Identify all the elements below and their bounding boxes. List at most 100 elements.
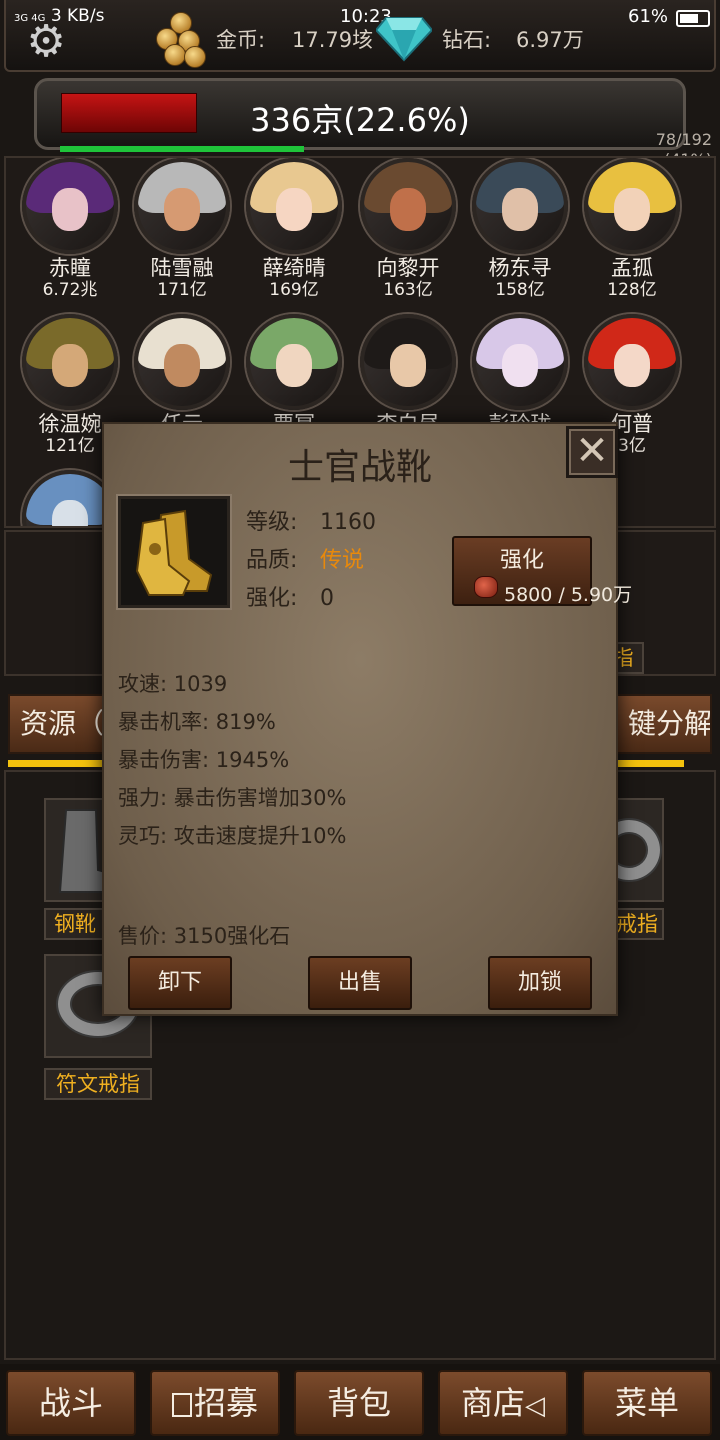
hero-face [390,188,426,231]
bottom-nav: 战斗 招募 背包 商店◁ 菜单 [0,1364,720,1440]
item-detail-dialog: 士官战靴 ✕ 等级: 1160 品质: 传说 强化: 0 强化 5800 / 5.90… [102,422,632,1016]
nav-shop-label: 商店 [460,1384,525,1422]
hero-face [52,188,88,231]
hero-dps: 158亿 [495,280,545,300]
nav-menu[interactable]: 菜单 [582,1370,712,1436]
hero-name: 杨东寻 [488,256,552,280]
hero-portrait [360,158,456,254]
gold-value: 17.79垓 [292,28,374,52]
golden-boots-icon [135,509,213,596]
hero-dps: 169亿 [269,280,319,300]
nav-recruit-label: 招募 [193,1384,258,1422]
enhance-cost: 5800 / 5.90万 [504,584,633,606]
attribute-agility: 灵巧: 攻击速度提升10% [118,824,347,848]
hero-name: 陆雪融 [150,256,214,280]
sell-price: 售价: 3150强化石 [118,924,291,948]
hero-portrait [246,158,342,254]
ring-label: 戒指 [610,908,664,940]
attribute-crit-rate: 暴击机率: 819% [118,710,276,734]
hero-dps: 163亿 [383,280,433,300]
hero-face [614,344,650,387]
hero-portrait [584,158,680,254]
hero-portrait [22,158,118,254]
item-icon-frame [118,496,230,608]
hero-dps: 128亿 [607,280,657,300]
hero-face [164,344,200,387]
hero-face [52,500,88,526]
hero-portrait [22,314,118,410]
enhance-level-label: 强化: [246,586,298,611]
hero-face [52,344,88,387]
nav-bag[interactable]: 背包 [294,1370,424,1436]
hero-dps: 171亿 [157,280,207,300]
steel-boots-label: 钢靴 [44,908,106,940]
hero-face [614,188,650,231]
battery-percent: 61% [628,6,669,27]
quality-row: 品质: 传说 [246,542,364,574]
tab-underline [8,760,102,767]
quality-label: 品质: [246,548,298,573]
hero-card[interactable]: 赤瞳 6.72兆 [14,158,126,308]
level-row: 等级: 1160 [246,504,376,536]
gold-label: 金币: [216,28,266,52]
diamond-label: 钻石: [442,28,492,52]
diamond-icon [376,17,432,62]
rune-ring-label: 符文戒指 [44,1068,152,1100]
hero-face [502,344,538,387]
attribute-crit-damage: 暴击伤害: 1945% [118,748,290,772]
close-icon[interactable]: ✕ [566,426,618,478]
hero-name: 孟孤 [611,256,653,280]
hero-card[interactable]: 孟孤 128亿 [576,158,688,308]
hero-face [390,344,426,387]
level-value: 1160 [320,510,376,535]
tab-underline-right [618,760,684,767]
hero-name: 薛绮晴 [262,256,326,280]
hero-card[interactable]: 陆雪融 171亿 [126,158,238,308]
nav-shop[interactable]: 商店◁ [438,1370,568,1436]
enhance-button[interactable]: 强化 5800 / 5.90万 [452,536,632,606]
hero-portrait [134,314,230,410]
diamond-value: 6.97万 [516,28,584,52]
hero-portrait [472,314,568,410]
enhance-button-label: 强化 [499,548,544,573]
enhance-stone-icon [474,576,498,598]
settings-gear-icon[interactable]: ⚙ [22,18,70,66]
boss-hp-bar: 336京(22.6%) [34,78,686,150]
back-triangle-icon: ◁ [525,1391,545,1421]
hero-portrait [360,314,456,410]
hero-card[interactable]: 向黎开 163亿 [352,158,464,308]
unequip-button[interactable]: 卸下 [128,956,232,1010]
hero-card[interactable]: 薛绮晴 169亿 [238,158,350,308]
hero-name: 赤瞳 [49,256,91,280]
tab-resources[interactable]: 资源（ [8,694,108,754]
nav-recruit[interactable]: 招募 [150,1370,280,1436]
battery-icon [676,10,710,27]
quality-value: 传说 [320,548,365,573]
hero-dps: 6.72兆 [42,280,98,300]
hero-face [276,188,312,231]
top-bar: 3G 4G 3 KB/s 10:23 61% ⚙ 金币: 17.79垓 钻石: … [4,0,716,72]
hero-face [164,188,200,231]
attribute-attack-speed: 攻速: 1039 [118,672,228,696]
gold-coins-icon [148,12,208,68]
hero-card[interactable]: 杨东寻 158亿 [464,158,576,308]
item-name-title: 士官战靴 [287,447,432,488]
hero-face [276,344,312,387]
enhance-row: 强化: 0 [246,580,334,612]
stage-progress-bar [60,146,305,152]
sell-button[interactable]: 出售 [308,956,412,1010]
recruit-square-icon [171,1393,192,1417]
level-label: 等级: [246,510,298,535]
nav-battle[interactable]: 战斗 [6,1370,136,1436]
hero-face [502,188,538,231]
hero-portrait [246,314,342,410]
attribute-power: 强力: 暴击伤害增加30% [118,786,347,810]
lock-button[interactable]: 加锁 [488,956,592,1010]
hero-portrait [584,314,680,410]
one-click-disassemble-button[interactable]: 键分解 [616,694,712,754]
hero-name: 向黎开 [376,256,440,280]
hero-portrait [134,158,230,254]
enhance-level-value: 0 [320,586,334,611]
hero-count-value: 78/192 [655,130,712,149]
boss-hp-text: 336京(22.6%) [250,101,470,139]
